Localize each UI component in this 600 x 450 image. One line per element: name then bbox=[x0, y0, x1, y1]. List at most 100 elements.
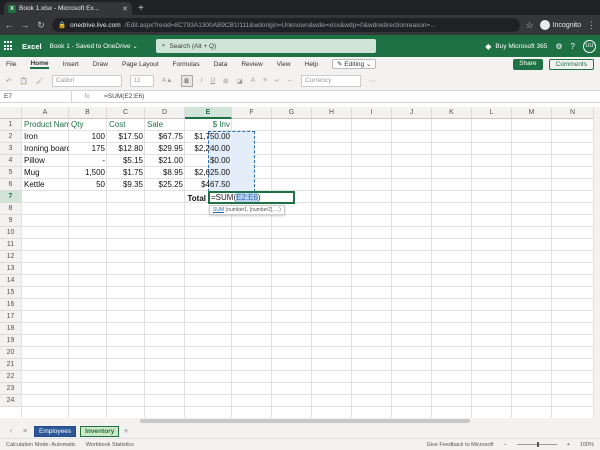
header-cell[interactable]: Qty bbox=[69, 119, 107, 131]
tab-view[interactable]: View bbox=[277, 61, 291, 68]
back-icon[interactable]: ← bbox=[4, 20, 14, 30]
sheet-tab-employees[interactable]: Employees bbox=[34, 425, 77, 437]
tab-review[interactable]: Review bbox=[241, 61, 262, 68]
row-header-4[interactable]: 4 bbox=[0, 155, 22, 167]
reload-icon[interactable]: ↻ bbox=[36, 20, 46, 31]
tab-home[interactable]: Home bbox=[30, 60, 49, 69]
table-cell[interactable]: $1,750.00 bbox=[185, 131, 232, 143]
active-cell-editor[interactable]: =SUM(E2:E6) bbox=[208, 191, 295, 204]
column-header-c[interactable]: C bbox=[107, 107, 145, 119]
tab-page-layout[interactable]: Page Layout bbox=[122, 61, 159, 68]
row-header-24[interactable]: 24 bbox=[0, 395, 22, 407]
new-tab-icon[interactable]: + bbox=[138, 2, 144, 15]
table-cell[interactable]: Pillow bbox=[22, 155, 69, 167]
column-header-a[interactable]: A bbox=[22, 107, 69, 119]
tab-file[interactable]: File bbox=[6, 61, 16, 68]
row-header-2[interactable]: 2 bbox=[0, 131, 22, 143]
tab-data[interactable]: Data bbox=[214, 61, 228, 68]
font-color-icon[interactable]: A bbox=[251, 77, 255, 84]
column-header-h[interactable]: H bbox=[312, 107, 352, 119]
table-cell[interactable]: 100 bbox=[69, 131, 107, 143]
wrap-icon[interactable]: ⤶ bbox=[275, 77, 279, 85]
sheet-tab-inventory[interactable]: Inventory bbox=[80, 425, 120, 437]
workbook-statistics[interactable]: Workbook Statistics bbox=[86, 442, 134, 448]
add-sheet-button[interactable]: + bbox=[123, 426, 128, 436]
table-cell[interactable]: $67.75 bbox=[145, 131, 185, 143]
format-painter-icon[interactable]: 🖌 bbox=[36, 77, 44, 85]
table-cell[interactable]: $12.80 bbox=[107, 143, 145, 155]
row-header-12[interactable]: 12 bbox=[0, 251, 22, 263]
row-header-18[interactable]: 18 bbox=[0, 323, 22, 335]
share-button[interactable]: Share bbox=[513, 58, 543, 70]
prev-sheet-icon[interactable]: ‹ bbox=[6, 428, 16, 435]
zoom-out-icon[interactable]: − bbox=[503, 442, 506, 448]
column-header-d[interactable]: D bbox=[145, 107, 185, 119]
borders-icon[interactable]: ⊞ bbox=[223, 77, 228, 85]
total-label[interactable]: Total bbox=[131, 193, 208, 205]
calculation-mode[interactable]: Calculation Mode: Automatic bbox=[6, 442, 76, 448]
help-icon[interactable]: ? bbox=[571, 42, 575, 51]
row-header-7[interactable]: 7 bbox=[0, 191, 22, 203]
comments-button[interactable]: Comments bbox=[548, 58, 594, 70]
column-header-e[interactable]: E bbox=[185, 107, 232, 119]
table-cell[interactable]: 175 bbox=[69, 143, 107, 155]
row-header-19[interactable]: 19 bbox=[0, 335, 22, 347]
table-cell[interactable]: $0.00 bbox=[185, 155, 232, 167]
column-header-j[interactable]: J bbox=[392, 107, 432, 119]
column-header-k[interactable]: K bbox=[432, 107, 472, 119]
zoom-in-icon[interactable]: + bbox=[567, 442, 570, 448]
number-format-select[interactable]: Currency bbox=[301, 74, 361, 87]
table-cell[interactable]: $2,240.00 bbox=[185, 143, 232, 155]
forward-icon[interactable]: → bbox=[20, 20, 30, 30]
table-cell[interactable]: $2,625.00 bbox=[185, 167, 232, 179]
table-cell[interactable]: $8.95 bbox=[145, 167, 185, 179]
row-header-3[interactable]: 3 bbox=[0, 143, 22, 155]
fx-icon[interactable]: fx bbox=[72, 93, 102, 100]
app-name[interactable]: Excel bbox=[22, 42, 42, 51]
font-name-select[interactable]: Calibri bbox=[51, 74, 122, 87]
header-cell[interactable]: $ Inv bbox=[185, 119, 232, 131]
table-cell[interactable]: $25.25 bbox=[145, 179, 185, 191]
grow-font-icon[interactable]: A▲ bbox=[162, 77, 173, 84]
table-cell[interactable]: 1,500 bbox=[69, 167, 107, 179]
avatar[interactable]: UU bbox=[583, 39, 596, 53]
search-input[interactable]: ⌕ Search (Alt + Q) bbox=[155, 39, 376, 53]
tab-formulas[interactable]: Formulas bbox=[173, 61, 200, 68]
paste-icon[interactable]: 📋 bbox=[19, 77, 27, 85]
row-header-20[interactable]: 20 bbox=[0, 347, 22, 359]
incognito-badge[interactable]: Incognito bbox=[539, 20, 581, 30]
table-cell[interactable]: Mug bbox=[22, 167, 69, 179]
row-header-11[interactable]: 11 bbox=[0, 239, 22, 251]
row-header-9[interactable]: 9 bbox=[0, 215, 22, 227]
tab-help[interactable]: Help bbox=[305, 61, 318, 68]
underline-icon[interactable]: U bbox=[210, 77, 215, 84]
column-header-i[interactable]: I bbox=[352, 107, 392, 119]
zoom-level[interactable]: 100% bbox=[580, 442, 594, 448]
row-header-21[interactable]: 21 bbox=[0, 359, 22, 371]
vertical-scrollbar[interactable] bbox=[594, 107, 600, 418]
column-header-m[interactable]: M bbox=[512, 107, 552, 119]
table-cell[interactable]: $17.50 bbox=[107, 131, 145, 143]
row-header-8[interactable]: 8 bbox=[0, 203, 22, 215]
row-header-5[interactable]: 5 bbox=[0, 167, 22, 179]
row-header-13[interactable]: 13 bbox=[0, 263, 22, 275]
more-options-icon[interactable]: ⋯ bbox=[369, 77, 376, 85]
header-cell[interactable]: Cost bbox=[107, 119, 145, 131]
header-cell[interactable]: Product Name bbox=[22, 119, 69, 131]
table-cell[interactable]: $29.95 bbox=[145, 143, 185, 155]
undo-icon[interactable]: ↶ bbox=[6, 77, 11, 85]
fill-color-icon[interactable]: ◪ bbox=[237, 77, 243, 85]
sheet-list-icon[interactable]: ≡ bbox=[20, 428, 30, 435]
align-icon[interactable]: ≡ bbox=[263, 77, 267, 84]
tooltip-function-link[interactable]: SUM bbox=[213, 207, 224, 213]
document-title[interactable]: Book 1 - Saved to OneDrive ⌄ bbox=[50, 42, 138, 50]
column-header-g[interactable]: G bbox=[272, 107, 312, 119]
header-cell[interactable]: Sale bbox=[145, 119, 185, 131]
app-launcher-icon[interactable] bbox=[4, 41, 14, 51]
formula-input[interactable]: =SUM(E2:E6) bbox=[102, 93, 144, 100]
table-cell[interactable]: $9.35 bbox=[107, 179, 145, 191]
table-cell[interactable]: $1.75 bbox=[107, 167, 145, 179]
horizontal-scroll-thumb[interactable] bbox=[140, 419, 470, 423]
column-header-b[interactable]: B bbox=[69, 107, 107, 119]
select-all-corner[interactable] bbox=[0, 107, 22, 119]
